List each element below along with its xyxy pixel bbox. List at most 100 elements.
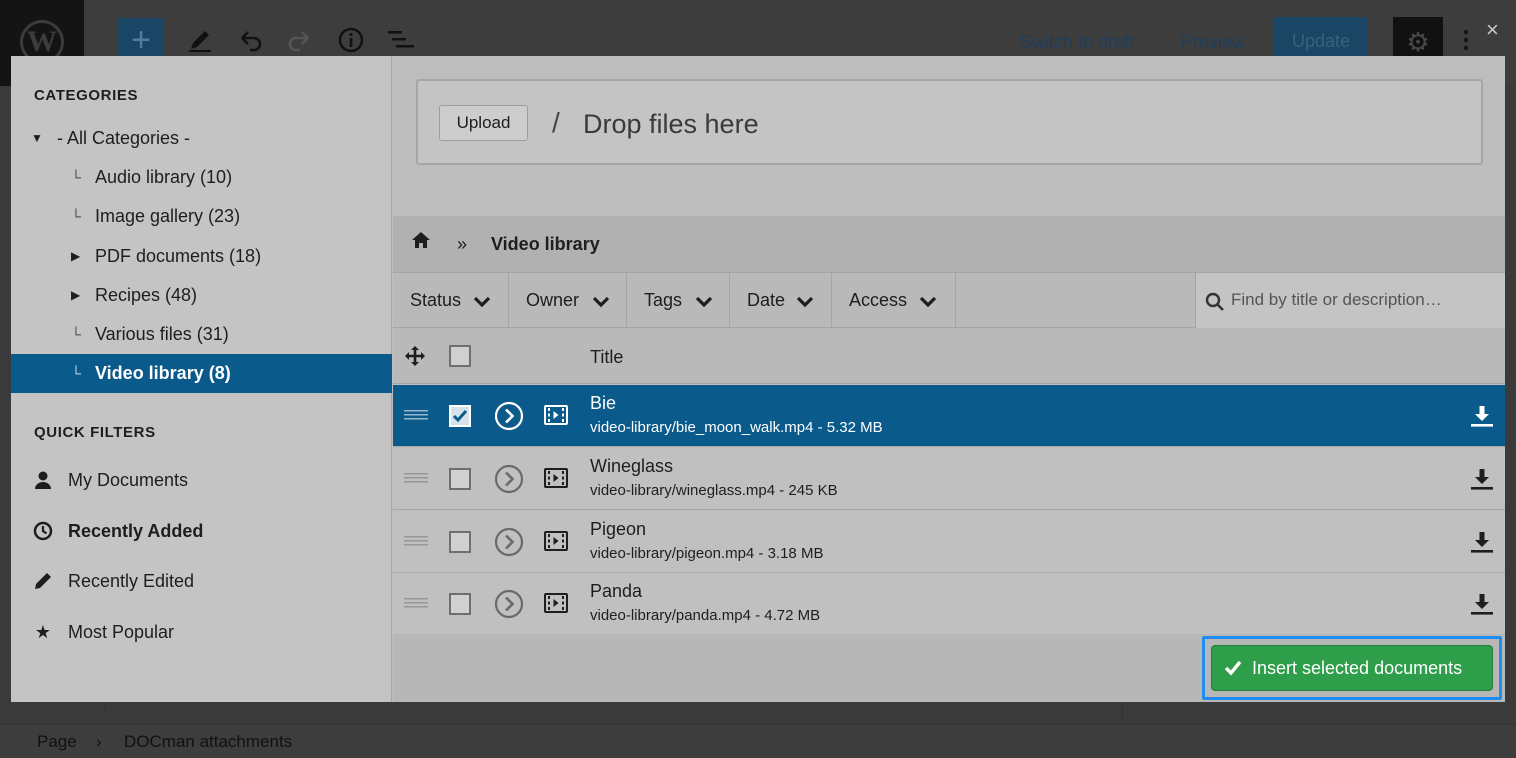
quick-filter-recently-added[interactable]: Recently Added: [11, 511, 392, 551]
quick-filter-label: Recently Added: [68, 521, 204, 541]
modal-footer: Insert selected documents: [393, 634, 1505, 702]
category-item-image-gallery[interactable]: └ Image gallery (23): [11, 197, 392, 236]
document-picker-modal: CATEGORIES ▼ - All Categories - └ Audio …: [11, 56, 1505, 702]
download-icon[interactable]: [1470, 467, 1494, 496]
filter-status[interactable]: Status: [393, 273, 509, 328]
filter-access[interactable]: Access: [832, 273, 956, 328]
search-box[interactable]: [1195, 273, 1505, 328]
video-file-icon: [544, 593, 568, 618]
table-row[interactable]: Bie video-library/bie_moon_walk.mp4 - 5.…: [393, 385, 1505, 447]
tree-branch-icon: └: [71, 326, 81, 342]
caret-right-icon[interactable]: ▶: [71, 237, 80, 276]
drag-handle-icon[interactable]: [404, 472, 428, 491]
category-all[interactable]: ▼ - All Categories -: [11, 119, 392, 158]
insert-selected-documents-button[interactable]: Insert selected documents: [1211, 645, 1493, 691]
table-row[interactable]: Wineglass video-library/wineglass.mp4 - …: [393, 448, 1505, 510]
chevron-down-icon: [473, 296, 491, 308]
filter-bar: Status Owner Tags Date Access: [393, 272, 1505, 328]
document-path: video-library/wineglass.mp4 - 245 KB: [590, 482, 838, 499]
redo-icon[interactable]: [286, 26, 314, 60]
upload-drop-zone[interactable]: Upload / Drop files here: [416, 79, 1483, 165]
quick-filters-heading: QUICK FILTERS: [34, 424, 156, 441]
caret-down-icon[interactable]: ▼: [31, 119, 43, 158]
filter-label: Owner: [526, 290, 580, 310]
filter-owner[interactable]: Owner: [509, 273, 627, 328]
document-title[interactable]: Pigeon: [590, 519, 646, 540]
document-title[interactable]: Bie: [590, 393, 616, 414]
title-column-header[interactable]: Title: [590, 347, 623, 368]
more-options-icon[interactable]: [1460, 26, 1472, 60]
quick-filter-most-popular[interactable]: ★ Most Popular: [11, 612, 392, 652]
filter-label: Status: [410, 290, 462, 310]
document-title[interactable]: Wineglass: [590, 456, 673, 477]
breadcrumb-separator: »: [457, 234, 468, 254]
breadcrumb-current: Video library: [491, 234, 600, 254]
row-checkbox[interactable]: [449, 468, 471, 490]
drag-handle-icon[interactable]: [404, 535, 428, 554]
category-item-video-library[interactable]: └ Video library (8): [11, 354, 392, 393]
play-icon[interactable]: [494, 464, 524, 499]
category-item-recipes[interactable]: ▶ Recipes (48): [11, 276, 392, 315]
row-checkbox[interactable]: [449, 531, 471, 553]
search-input[interactable]: [1231, 285, 1496, 315]
select-all-checkbox[interactable]: [449, 345, 471, 367]
quick-filter-my-documents[interactable]: My Documents: [11, 460, 392, 500]
breadcrumb: » Video library: [393, 216, 1505, 272]
download-icon[interactable]: [1470, 592, 1494, 621]
download-icon[interactable]: [1470, 530, 1494, 559]
info-icon[interactable]: [337, 26, 365, 60]
category-label: Various files (31): [95, 324, 229, 344]
user-icon: [32, 460, 54, 504]
row-checkbox[interactable]: [449, 405, 471, 427]
table-row[interactable]: Pigeon video-library/pigeon.mp4 - 3.18 M…: [393, 511, 1505, 573]
chevron-down-icon: [919, 296, 937, 308]
checkmark-icon: [1224, 660, 1242, 676]
play-icon[interactable]: [494, 589, 524, 624]
checkmark-icon: [451, 407, 469, 425]
document-path: video-library/panda.mp4 - 4.72 MB: [590, 607, 821, 624]
star-icon: ★: [34, 622, 52, 642]
category-item-audio-library[interactable]: └ Audio library (10): [11, 158, 392, 197]
filter-date[interactable]: Date: [730, 273, 832, 328]
table-row[interactable]: Panda video-library/panda.mp4 - 4.72 MB: [393, 573, 1505, 635]
divider: [1122, 700, 1123, 722]
footer-breadcrumb-page[interactable]: Page: [37, 732, 77, 752]
category-item-various-files[interactable]: └ Various files (31): [11, 315, 392, 354]
drag-handle-icon[interactable]: [404, 597, 428, 616]
categories-sidebar: CATEGORIES ▼ - All Categories - └ Audio …: [11, 56, 392, 702]
caret-right-icon[interactable]: ▶: [71, 276, 80, 315]
insert-button-label: Insert selected documents: [1252, 658, 1463, 678]
tree-branch-icon: └: [71, 208, 81, 224]
drop-files-text: Drop files here: [583, 109, 759, 139]
list-view-icon[interactable]: [386, 26, 416, 60]
quick-filter-recently-edited[interactable]: Recently Edited: [11, 561, 392, 601]
tree-branch-icon: └: [71, 169, 81, 185]
category-label: Recipes (48): [95, 285, 198, 305]
categories-heading: CATEGORIES: [34, 87, 139, 104]
category-label: Audio library (10): [95, 167, 233, 187]
filter-tags[interactable]: Tags: [627, 273, 730, 328]
modal-close-icon[interactable]: ×: [1486, 18, 1499, 42]
category-item-pdf-documents[interactable]: ▶ PDF documents (18): [11, 237, 392, 276]
video-file-icon: [544, 405, 568, 430]
quick-filter-label: My Documents: [68, 470, 189, 490]
upload-button[interactable]: Upload: [439, 105, 528, 141]
tree-branch-icon: └: [71, 365, 81, 381]
drag-handle-icon[interactable]: [404, 409, 428, 428]
download-icon[interactable]: [1470, 404, 1494, 433]
home-icon[interactable]: [411, 230, 431, 255]
chevron-down-icon: [592, 296, 610, 308]
documents-panel: Upload / Drop files here » Video library…: [393, 56, 1505, 702]
row-checkbox[interactable]: [449, 593, 471, 615]
document-title[interactable]: Panda: [590, 581, 642, 602]
pencil-tool-icon[interactable]: [186, 26, 214, 60]
switch-to-draft-link[interactable]: Switch to draft: [1020, 32, 1134, 53]
upload-separator: /: [552, 107, 560, 138]
insert-button-focus-ring: Insert selected documents: [1202, 636, 1502, 700]
preview-link[interactable]: Preview: [1181, 32, 1245, 53]
undo-icon[interactable]: [236, 26, 264, 60]
play-icon[interactable]: [494, 401, 524, 436]
move-icon[interactable]: [404, 345, 426, 372]
play-icon[interactable]: [494, 527, 524, 562]
footer-breadcrumb-block[interactable]: DOCman attachments: [124, 732, 292, 752]
